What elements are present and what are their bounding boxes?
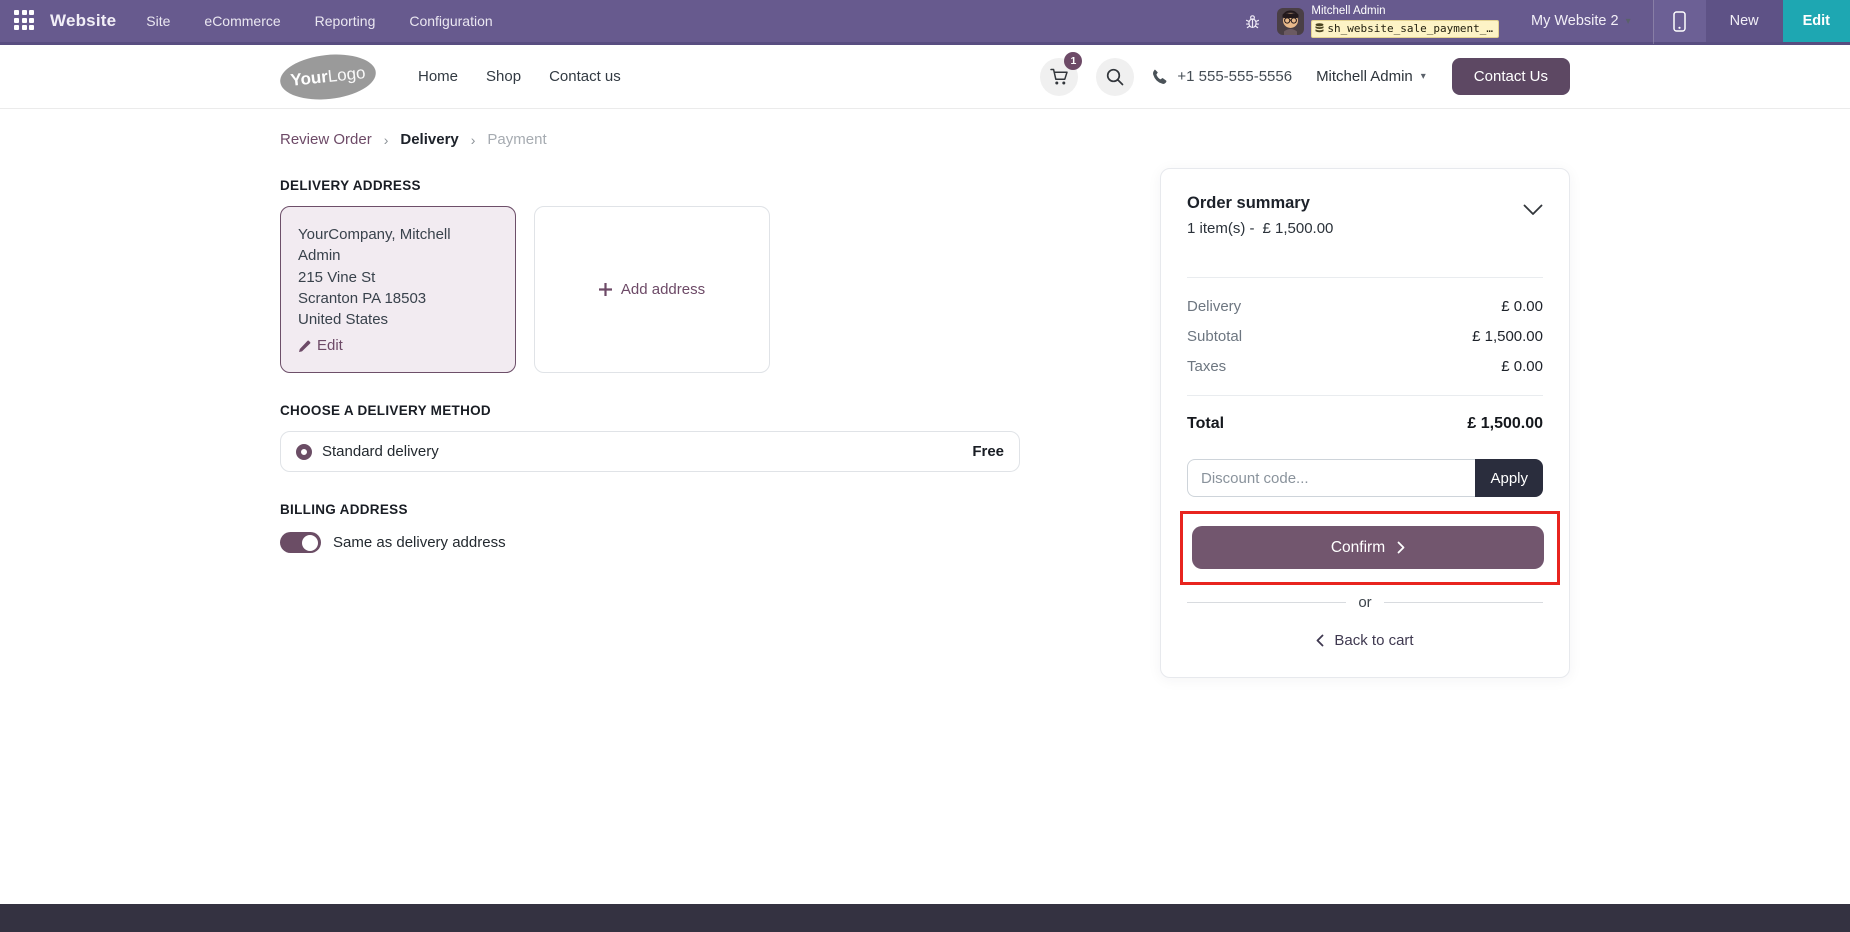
database-icon: [1315, 23, 1324, 33]
nav-shop[interactable]: Shop: [486, 68, 521, 85]
breadcrumb-review-order[interactable]: Review Order: [280, 131, 372, 148]
total-label: Total: [1187, 415, 1225, 432]
chevron-down-icon[interactable]: [1523, 204, 1543, 216]
confirm-button[interactable]: Confirm: [1192, 526, 1544, 569]
apply-discount-button[interactable]: Apply: [1475, 459, 1543, 497]
address-country: United States: [298, 311, 389, 329]
edit-address-link[interactable]: Edit: [298, 335, 498, 356]
order-items-line: 1 item(s) - £ 1,500.00: [1187, 220, 1334, 237]
edit-button[interactable]: Edit: [1782, 0, 1850, 42]
odoo-systray-bar: Website Site eCommerce Reporting Configu…: [0, 0, 1850, 45]
order-items-amount: £ 1,500.00: [1262, 220, 1334, 237]
chevron-down-icon: ▾: [1420, 71, 1426, 82]
user-avatar: [1277, 7, 1305, 35]
address-street: 215 Vine St: [298, 268, 376, 286]
confirm-highlight-annotation: Confirm: [1180, 511, 1560, 585]
chevron-down-icon: ▾: [1625, 15, 1631, 27]
order-summary-card: Order summary 1 item(s) - £ 1,500.00 Del…: [1160, 168, 1570, 678]
user-menu[interactable]: Mitchell Admin sh_website_sale_payment_…: [1277, 5, 1499, 38]
menu-configuration[interactable]: Configuration: [409, 13, 492, 29]
mobile-preview-button[interactable]: [1653, 0, 1706, 42]
breadcrumb-payment: Payment: [487, 131, 547, 148]
delivery-method-price: Free: [972, 443, 1004, 460]
search-button[interactable]: [1096, 57, 1135, 96]
plus-icon: [598, 282, 612, 296]
website-switcher[interactable]: My Website 2 ▾: [1509, 0, 1653, 42]
chevron-right-icon: [1397, 541, 1405, 554]
delivery-method-option[interactable]: Standard delivery Free: [280, 431, 1020, 472]
pencil-icon: [299, 340, 311, 352]
chevron-left-icon: [1316, 634, 1324, 647]
divider: [1187, 395, 1543, 396]
same-address-label: Same as delivery address: [333, 534, 506, 551]
menu-ecommerce[interactable]: eCommerce: [204, 13, 280, 29]
systray-right: Mitchell Admin sh_website_sale_payment_…: [1244, 0, 1850, 44]
summary-row-delivery: Delivery £ 0.00: [1187, 298, 1543, 315]
new-button[interactable]: New: [1705, 0, 1783, 42]
radio-selected-icon[interactable]: [296, 443, 312, 460]
phone-number: +1 555-555-5556: [1177, 68, 1293, 85]
cart-icon: [1050, 68, 1068, 84]
address-name: YourCompany, Mitchell Admin: [298, 226, 451, 265]
search-icon: [1107, 68, 1124, 85]
site-logo[interactable]: Your Logo: [277, 49, 379, 104]
mobile-icon: [1673, 10, 1686, 32]
delivery-address-title: DELIVERY ADDRESS: [280, 178, 421, 193]
systray-left: Website Site eCommerce Reporting Configu…: [0, 0, 493, 42]
summary-row-taxes: Taxes £ 0.00: [1187, 358, 1543, 375]
header-phone[interactable]: +1 555-555-5556: [1152, 68, 1292, 85]
app-name-website[interactable]: Website: [50, 11, 116, 31]
account-dropdown[interactable]: Mitchell Admin ▾: [1316, 68, 1426, 85]
apps-menu-icon[interactable]: [14, 10, 36, 32]
phone-icon: [1153, 69, 1167, 84]
add-address-label: Add address: [620, 280, 706, 298]
back-to-cart-link[interactable]: Back to cart: [1187, 632, 1543, 649]
nav-home[interactable]: Home: [418, 68, 458, 85]
site-header: Your Logo Home Shop Contact us 1 +1 555-…: [0, 45, 1850, 109]
breadcrumb-delivery: Delivery: [400, 131, 459, 148]
address-city: Scranton PA 18503: [298, 289, 427, 307]
menu-site[interactable]: Site: [146, 13, 170, 29]
divider: [1187, 277, 1543, 278]
systray-menu: Site eCommerce Reporting Configuration: [146, 13, 492, 29]
total-value: £ 1,500.00: [1467, 415, 1543, 432]
debug-bug-icon[interactable]: [1244, 13, 1261, 30]
delivery-address-card-selected[interactable]: YourCompany, Mitchell Admin 215 Vine St …: [280, 206, 516, 373]
or-label: or: [1358, 594, 1372, 611]
add-address-card[interactable]: Add address: [534, 206, 770, 373]
same-address-toggle-row[interactable]: Same as delivery address: [280, 532, 1020, 553]
order-summary-title: Order summary: [1187, 194, 1310, 212]
or-divider: or: [1187, 594, 1543, 611]
billing-address-title: BILLING ADDRESS: [280, 502, 408, 517]
summary-row-subtotal: Subtotal £ 1,500.00: [1187, 328, 1543, 345]
contact-us-button[interactable]: Contact Us: [1451, 58, 1570, 95]
site-nav: Home Shop Contact us: [418, 68, 621, 85]
discount-code-input[interactable]: [1187, 459, 1476, 497]
chevron-right-icon: ›: [470, 131, 476, 148]
cart-count-badge: 1: [1064, 51, 1083, 70]
chevron-right-icon: ›: [383, 131, 389, 148]
summary-total-row: Total £ 1,500.00: [1187, 415, 1543, 433]
checkout-breadcrumb: Review Order › Delivery › Payment: [280, 131, 1020, 148]
toggle-on-icon[interactable]: [280, 532, 321, 553]
menu-reporting[interactable]: Reporting: [315, 13, 376, 29]
database-name: sh_website_sale_payment_…: [1327, 21, 1493, 35]
delivery-method-title: CHOOSE A DELIVERY METHOD: [280, 403, 491, 418]
site-footer-strip: [0, 904, 1850, 932]
systray-user-name: Mitchell Admin: [1311, 4, 1386, 17]
nav-contact-us[interactable]: Contact us: [549, 68, 621, 85]
cart-button[interactable]: 1: [1040, 51, 1083, 96]
database-badge: sh_website_sale_payment_…: [1311, 19, 1499, 38]
delivery-method-name: Standard delivery: [322, 443, 439, 460]
